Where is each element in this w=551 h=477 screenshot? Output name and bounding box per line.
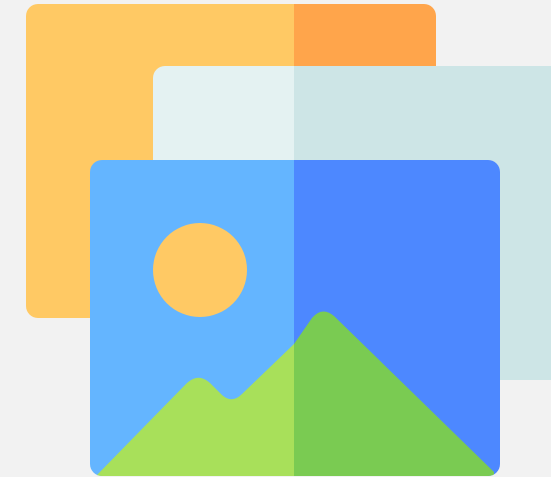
image-gallery-icon [26,4,551,476]
front-photo-frame [90,160,500,476]
sun-icon [153,223,247,317]
icon-canvas [0,0,551,477]
